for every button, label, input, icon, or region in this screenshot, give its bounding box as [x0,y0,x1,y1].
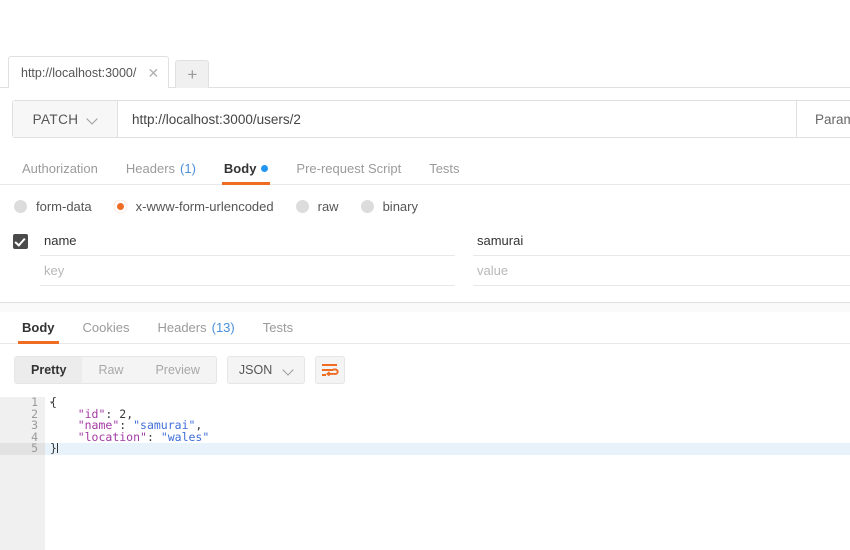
request-section-tabs: Authorization Headers (1) Body Pre-reque… [0,152,850,185]
response-tab-tests-label: Tests [262,320,294,335]
code-line: "location": "wales" [77,429,210,444]
word-wrap-icon [321,364,339,377]
response-tab-cookies[interactable]: Cookies [69,312,144,344]
view-mode-pretty-label: Pretty [31,363,67,377]
line-number: 5 [0,441,45,455]
response-tab-headers-label: Headers [157,320,207,335]
code-line: { [45,396,850,409]
body-type-radio-group: form-data x-www-form-urlencoded raw bina… [0,185,850,214]
format-select[interactable]: JSON [226,356,306,384]
radio-raw-label: raw [317,199,339,214]
modified-dot-icon [261,164,269,172]
table-row: name samurai [0,226,850,256]
radio-form-data[interactable]: form-data [14,199,92,214]
code-line: } [45,441,850,455]
postman-window: No Environment http://localhost:3000/ ✕ … [0,0,850,550]
tab-pre-request-script-label: Pre-request Script [296,160,402,176]
tab-headers-label: Headers [125,160,176,176]
param-key-placeholder: key [44,263,65,278]
response-tab-headers-count: (13) [211,320,235,335]
radio-binary-label: binary [382,199,418,214]
row-checkbox[interactable] [0,233,40,249]
param-value-placeholder: value [477,263,509,278]
view-mode-group: Pretty Raw Preview [14,356,217,384]
radio-icon [360,200,374,213]
radio-form-data-label: form-data [36,199,92,214]
param-key-input[interactable]: key [40,256,455,286]
response-tab-body[interactable]: Body [8,312,69,344]
request-tab-label: http://localhost:3000/ [21,65,137,80]
response-tab-tests[interactable]: Tests [249,312,307,344]
table-row: key value [0,256,850,286]
url-bar: PATCH http://localhost:3000/users/2 Para… [12,100,850,138]
radio-x-www-form-urlencoded[interactable]: x-www-form-urlencoded [113,199,274,214]
radio-selected-icon [113,200,127,213]
response-tab-body-label: Body [22,320,55,335]
response-viewer-toolbar: Pretty Raw Preview JSON [0,344,850,384]
code-key-location: "location" [77,429,147,444]
url-text: http://localhost:3000/users/2 [132,111,301,127]
code-value-location: "wales" [160,429,210,444]
editor-gutter-filler [0,515,45,550]
param-value-input[interactable]: samurai [473,226,850,256]
view-mode-preview-label: Preview [155,363,200,377]
request-tab[interactable]: http://localhost:3000/ ✕ [8,56,170,88]
response-section-tabs: Body Cookies Headers (13) Tests [0,312,850,344]
view-mode-preview[interactable]: Preview [139,357,215,383]
tab-body-label: Body [223,160,257,176]
radio-raw[interactable]: raw [295,199,339,214]
response-body-editor[interactable]: 1 ▾ 2 3 4 5 { "id": 2, "name": "samurai"… [0,396,850,550]
line-number: 4 [0,431,45,444]
plus-icon: + [187,65,198,84]
word-wrap-button[interactable] [315,356,346,384]
view-mode-pretty[interactable]: Pretty [15,357,83,383]
radio-icon [14,200,27,213]
tab-headers-count: (1) [180,160,196,176]
checkbox-checked-icon [12,233,28,249]
radio-binary[interactable]: binary [360,199,418,214]
params-label: Params [815,111,850,127]
editor-gutter: 1 ▾ 2 3 4 5 [0,396,54,515]
radio-icon [295,200,309,213]
editor-code-area[interactable]: { "id": 2, "name": "samurai", "location"… [45,396,850,515]
section-divider [0,302,850,312]
request-tab-bar: http://localhost:3000/ ✕ + [0,55,850,88]
params-table: name samurai key value [0,226,850,286]
line-number: 2 [0,408,45,421]
tab-authorization[interactable]: Authorization [8,152,112,185]
param-key-value: name [44,233,77,248]
chevron-down-icon [284,366,293,375]
tab-authorization-label: Authorization [22,160,98,176]
tab-tests-label: Tests [429,160,460,176]
line-number-text: 5 [31,441,38,455]
response-tab-cookies-label: Cookies [82,320,130,335]
chevron-down-icon [88,115,97,124]
tab-body[interactable]: Body [210,152,283,185]
tab-headers[interactable]: Headers (1) [112,152,210,185]
close-icon[interactable]: ✕ [146,66,160,80]
response-tab-headers[interactable]: Headers (13) [143,312,248,344]
format-label: JSON [238,363,273,377]
param-key-input[interactable]: name [40,226,455,256]
tab-pre-request-script[interactable]: Pre-request Script [282,152,415,185]
code-close-brace: } [50,441,57,455]
line-number: 3 [0,419,45,432]
url-input[interactable]: http://localhost:3000/users/2 [118,101,796,137]
method-label: PATCH [32,111,79,127]
params-button[interactable]: Params [796,101,850,137]
tab-tests[interactable]: Tests [415,152,473,185]
window-top-spacer [0,0,850,55]
text-caret [56,443,58,453]
new-tab-button[interactable]: + [175,60,210,88]
view-mode-raw-label: Raw [98,363,124,377]
param-value-value: samurai [477,233,524,248]
view-mode-raw[interactable]: Raw [82,357,139,383]
param-value-input[interactable]: value [473,256,850,286]
method-select[interactable]: PATCH [13,101,118,137]
radio-x-www-form-urlencoded-label: x-www-form-urlencoded [135,199,274,214]
line-number: 1 ▾ [0,396,54,409]
